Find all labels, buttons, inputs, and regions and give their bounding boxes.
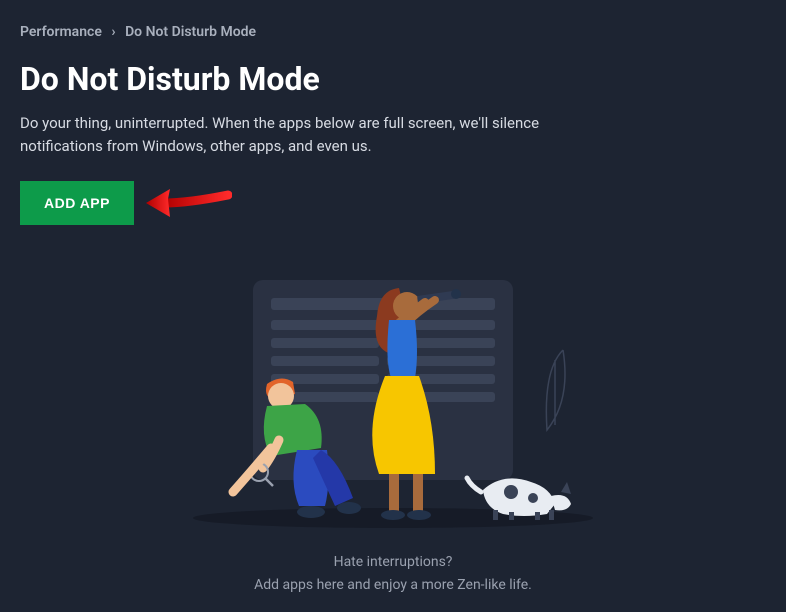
empty-state-line2: Add apps here and enjoy a more Zen-like … bbox=[20, 574, 766, 596]
breadcrumb: Performance › Do Not Disturb Mode bbox=[20, 24, 766, 40]
empty-state-line1: Hate interruptions? bbox=[20, 551, 766, 573]
empty-state-illustration bbox=[20, 245, 766, 545]
page-description: Do your thing, uninterrupted. When the a… bbox=[20, 112, 540, 157]
breadcrumb-current: Do Not Disturb Mode bbox=[125, 24, 256, 40]
breadcrumb-root[interactable]: Performance bbox=[20, 24, 102, 40]
add-app-button[interactable]: ADD APP bbox=[20, 181, 134, 225]
arrow-annotation-icon bbox=[142, 181, 232, 225]
page-title: Do Not Disturb Mode bbox=[20, 60, 766, 98]
empty-state-text: Hate interruptions? Add apps here and en… bbox=[20, 551, 766, 596]
chevron-right-icon: › bbox=[111, 24, 115, 40]
